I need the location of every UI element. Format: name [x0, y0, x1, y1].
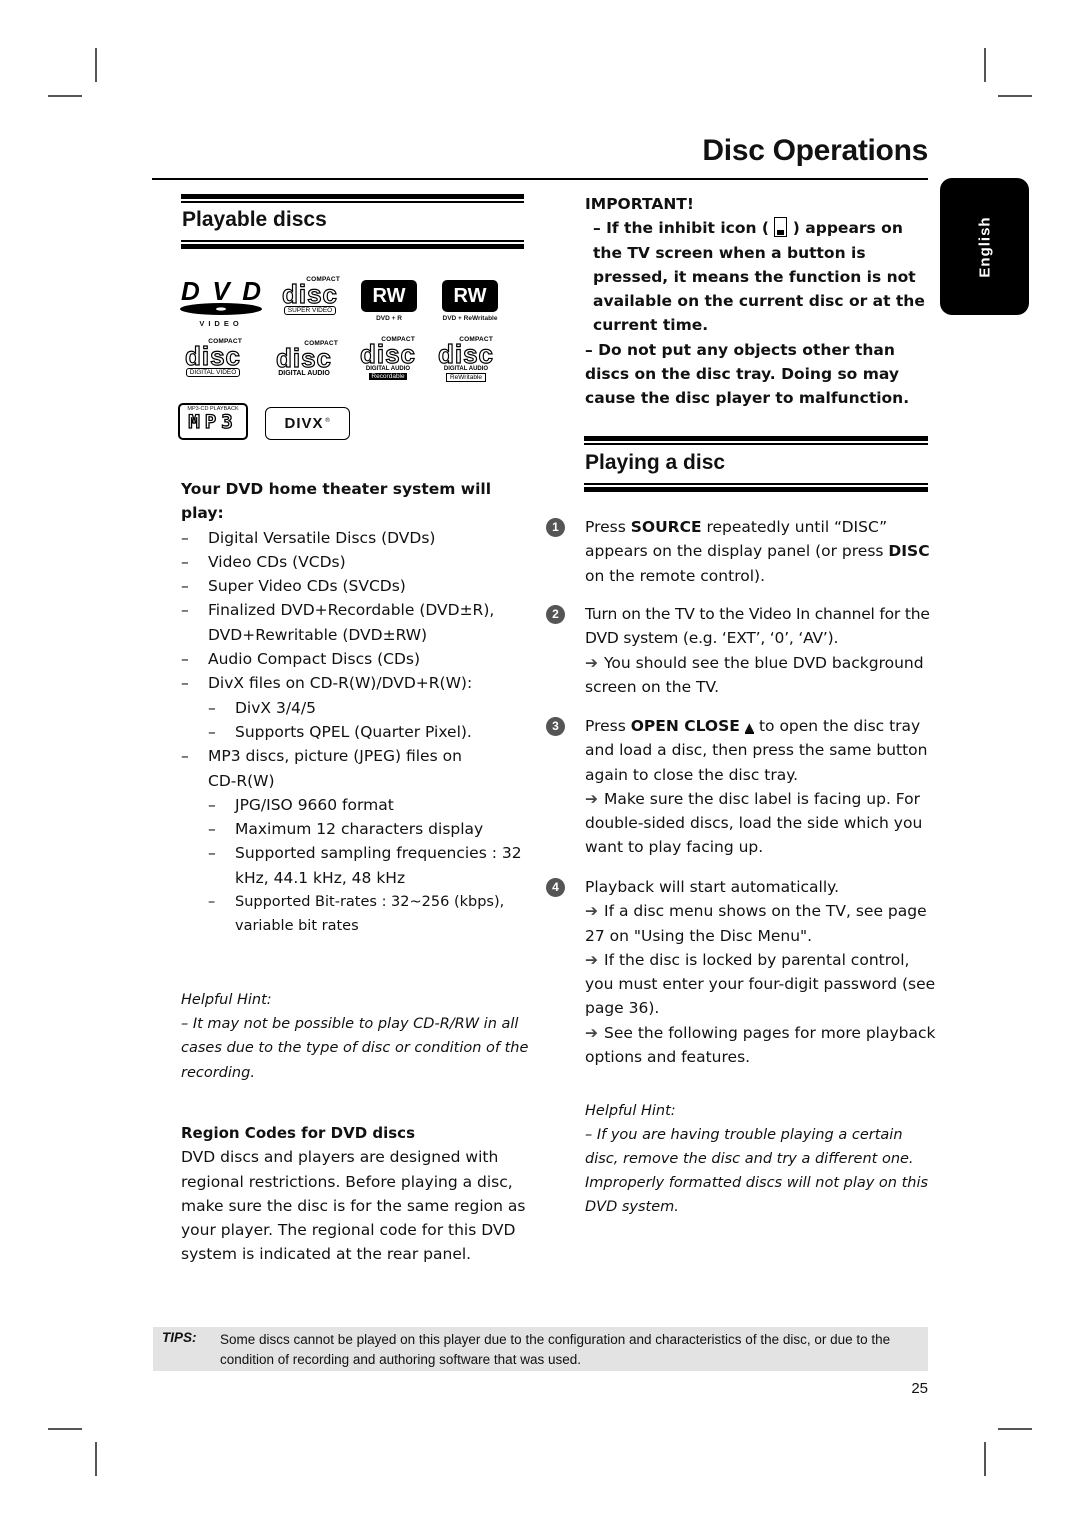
dvd-plus-r-logo: RW DVD + R	[361, 280, 417, 322]
eject-icon: ▲	[744, 720, 755, 734]
helpful-hint-right: Helpful Hint: – If you are having troubl…	[585, 1099, 930, 1219]
dvd-video-logo: DVD VIDEO	[178, 278, 264, 328]
sub-list-item: JPG/ISO 9660 format	[208, 793, 526, 818]
hint-text: – If you are having trouble playing a ce…	[585, 1127, 929, 1215]
region-heading: Region Codes for DVD discs	[181, 1124, 415, 1142]
sub-list-item: Supported sampling frequencies : 32 kHz,…	[208, 841, 526, 890]
crop-mark	[984, 1442, 986, 1476]
section-heading-playing-a-disc: Playing a disc	[585, 451, 726, 474]
inhibit-hand-icon	[774, 217, 788, 238]
plays-heading: Your DVD home theater system will play:	[181, 480, 492, 523]
step-number-badge: 1	[546, 518, 565, 537]
list-item: Digital Versatile Discs (DVDs)	[181, 526, 526, 551]
compact-disc-super-video-logo: COMPACT disc SUPER VIDEO	[281, 276, 340, 315]
language-tab-label: English	[976, 215, 993, 278]
step-1: 1 Press SOURCE repeatedly until “DISC” a…	[546, 515, 936, 588]
important-box: IMPORTANT! – If the inhibit icon ( ) app…	[585, 192, 933, 411]
crop-mark	[48, 1428, 82, 1430]
important-line-2: – Do not put any objects other than disc…	[585, 340, 910, 408]
region-text: DVD discs and players are designed with …	[181, 1148, 526, 1264]
list-item: Audio Compact Discs (CDs)	[181, 647, 526, 672]
section-top-rule	[584, 436, 928, 445]
important-heading: IMPORTANT!	[585, 195, 694, 213]
step-number-badge: 2	[546, 605, 565, 624]
arrow-right-icon: ➔	[585, 950, 598, 969]
crop-mark	[95, 48, 97, 82]
compact-disc-rewritable-logo: COMPACT disc DIGITAL AUDIO ReWritable	[437, 336, 495, 382]
list-item: Video CDs (VCDs)	[181, 550, 526, 575]
section-bottom-rule	[181, 240, 524, 249]
arrow-right-icon: ➔	[585, 789, 598, 808]
arrow-right-icon: ➔	[585, 653, 598, 672]
step-2: 2 Turn on the TV to the Video In channel…	[546, 602, 936, 699]
step-number-badge: 3	[546, 717, 565, 736]
list-item: Finalized DVD+Recordable (DVD±R), DVD+Re…	[181, 598, 526, 647]
hint-label: Helpful Hint:	[181, 992, 272, 1008]
dvd-plus-rewritable-logo: RW DVD + ReWritable	[435, 280, 505, 322]
step-4: 4 Playback will start automatically. ➔ If…	[546, 875, 936, 1069]
plays-list: Digital Versatile Discs (DVDs) Video CDs…	[181, 526, 526, 939]
arrow-right-icon: ➔	[585, 902, 598, 921]
crop-mark	[48, 95, 82, 97]
crop-mark	[998, 95, 1032, 97]
compact-disc-digital-video-logo: COMPACT disc DIGITAL VIDEO	[184, 338, 242, 377]
tips-label: TIPS:	[162, 1330, 197, 1345]
crop-mark	[984, 48, 986, 82]
step-number-badge: 4	[546, 878, 565, 897]
sub-list-item: DivX 3/4/5	[208, 696, 526, 721]
hint-text: – It may not be possible to play CD-R/RW…	[181, 1016, 529, 1081]
sub-list-item: Supported Bit-rates : 32~256 (kbps), var…	[208, 890, 526, 939]
plays-section: Your DVD home theater system will play: …	[181, 477, 526, 939]
sub-list: DivX 3/4/5 Supports QPEL (Quarter Pixel)…	[208, 696, 526, 745]
helpful-hint-left: Helpful Hint: – It may not be possible t…	[181, 988, 529, 1085]
sub-list-item: Supports QPEL (Quarter Pixel).	[208, 720, 526, 745]
tips-text: Some discs cannot be played on this play…	[220, 1332, 891, 1367]
section-top-rule	[181, 194, 524, 203]
compact-disc-recordable-logo: COMPACT disc DIGITAL AUDIO Recordable	[359, 336, 417, 380]
section-bottom-rule	[584, 483, 928, 492]
region-codes-section: Region Codes for DVD discs DVD discs and…	[181, 1121, 526, 1267]
page-number: 25	[911, 1380, 928, 1397]
tips-bar: TIPS: Some discs cannot be played on thi…	[153, 1327, 928, 1371]
mp3-cd-playback-logo: MP3-CD PLAYBACK MP3	[178, 403, 248, 440]
dvd-video-caption: VIDEO	[199, 319, 243, 328]
list-item: MP3 discs, picture (JPEG) files on CD-R(…	[181, 744, 526, 938]
divx-logo: DIVX ®	[265, 407, 350, 440]
arrow-right-icon: ➔	[585, 1023, 598, 1042]
sub-list: JPG/ISO 9660 format Maximum 12 character…	[208, 793, 526, 939]
crop-mark	[998, 1428, 1032, 1430]
sub-list-item: Maximum 12 characters display	[208, 817, 526, 842]
list-item: Super Video CDs (SVCDs)	[181, 574, 526, 599]
step-3: 3 Press OPEN CLOSE ▲ to open the disc tr…	[546, 714, 936, 860]
dvd-logo-text: DVD	[181, 278, 261, 306]
page-title: Disc Operations	[702, 134, 928, 167]
language-tab: English	[940, 178, 1029, 315]
hint-label: Helpful Hint:	[585, 1103, 676, 1119]
title-rule	[152, 178, 928, 180]
crop-mark	[95, 1442, 97, 1476]
compact-disc-digital-audio-logo: COMPACT disc DIGITAL AUDIO	[275, 340, 338, 377]
dvd-logo-icon: DVD	[180, 278, 262, 315]
section-heading-playable-discs: Playable discs	[182, 208, 327, 231]
list-item: DivX files on CD-R(W)/DVD+R(W): DivX 3/4…	[181, 671, 526, 744]
